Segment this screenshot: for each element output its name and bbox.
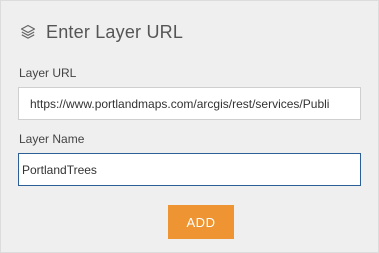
panel-header: Enter Layer URL (18, 18, 183, 46)
layer-url-input[interactable] (18, 87, 361, 120)
layer-name-label: Layer Name (19, 132, 85, 146)
add-button[interactable]: ADD (168, 205, 234, 239)
panel-title: Enter Layer URL (46, 21, 184, 42)
enter-layer-url-panel: Enter Layer URL Layer URL Layer Name ADD (0, 0, 379, 253)
layer-name-input[interactable] (18, 153, 361, 186)
layers-icon (18, 22, 38, 42)
layer-url-label: Layer URL (19, 66, 77, 80)
